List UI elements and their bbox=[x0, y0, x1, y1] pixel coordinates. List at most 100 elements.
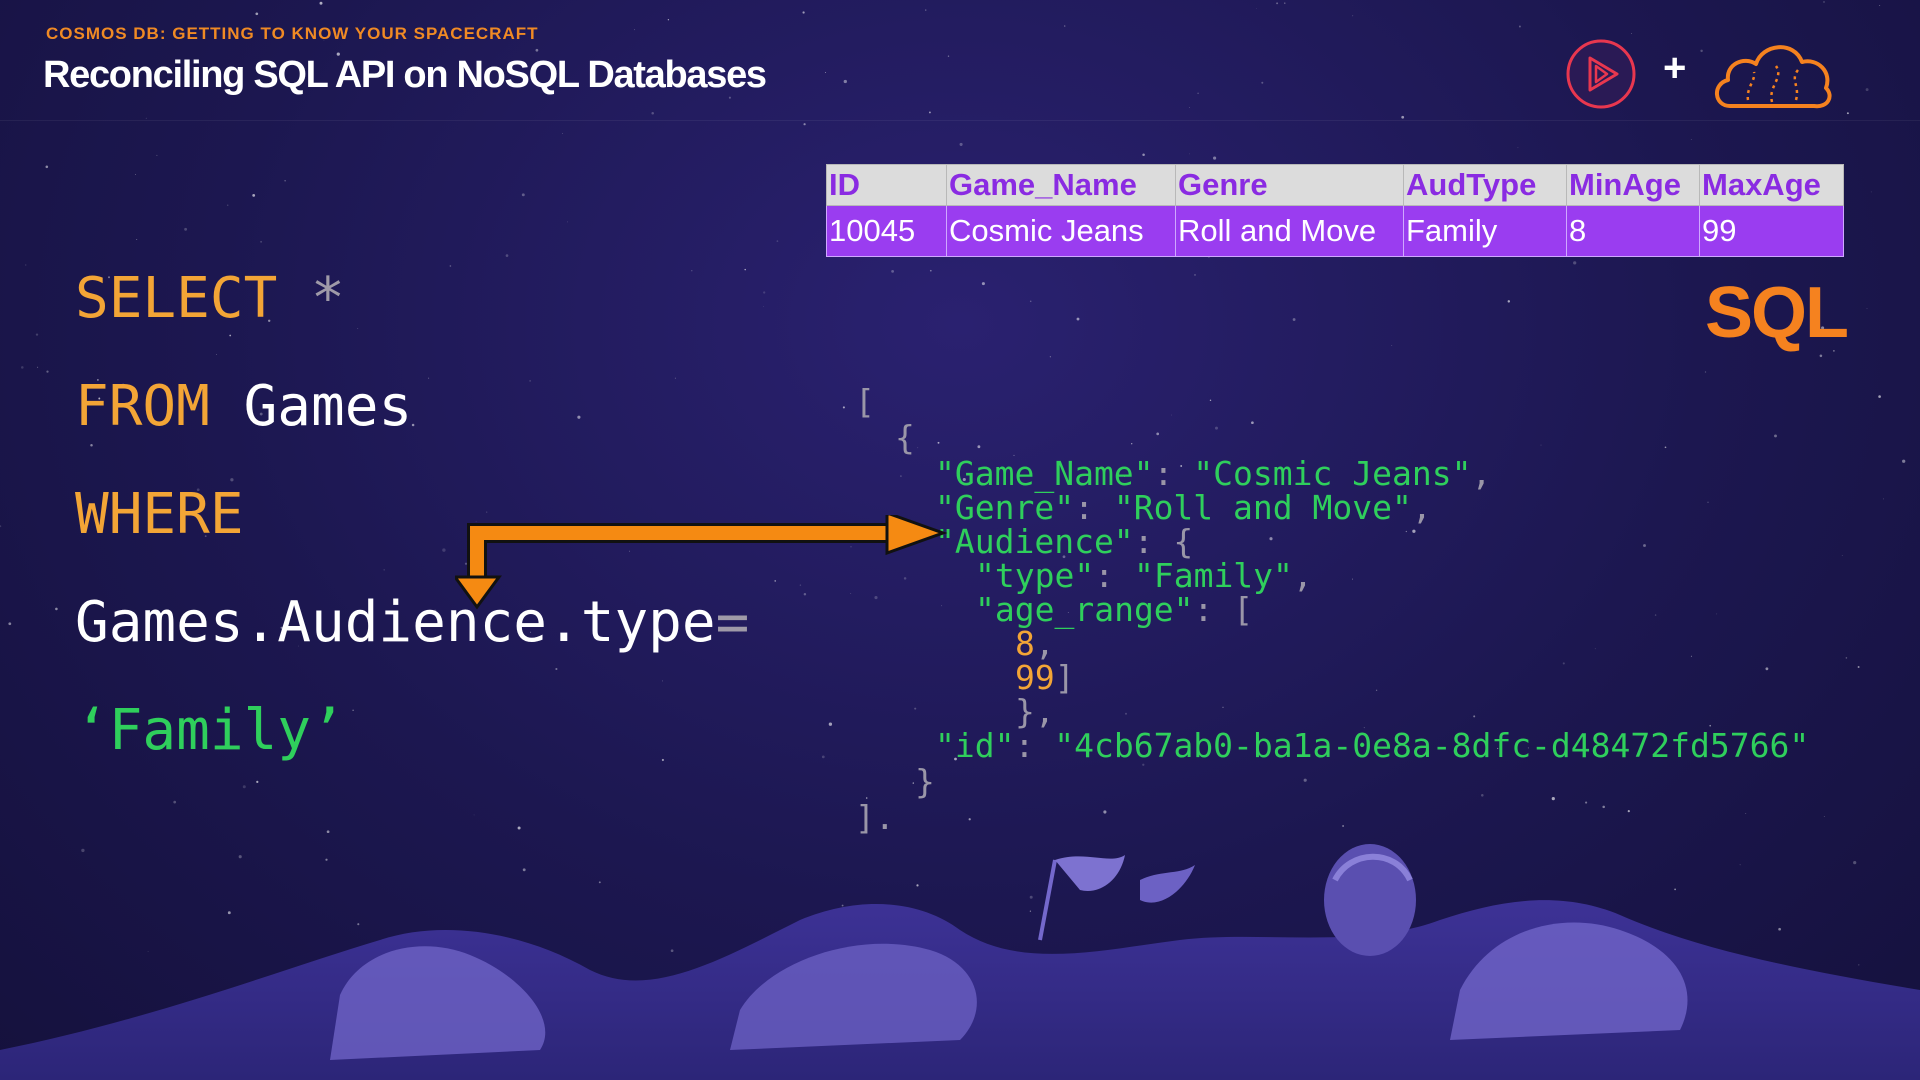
star bbox=[776, 240, 779, 242]
json-open-brace: { bbox=[895, 418, 915, 457]
star bbox=[662, 680, 663, 682]
table-cell-genre: Roll and Move bbox=[1175, 205, 1404, 257]
star bbox=[156, 154, 158, 156]
star bbox=[383, 569, 385, 571]
keyword-from: FROM bbox=[75, 374, 210, 439]
star bbox=[929, 269, 932, 272]
star bbox=[1573, 261, 1577, 265]
star bbox=[442, 548, 446, 552]
star bbox=[981, 282, 985, 286]
star bbox=[1142, 153, 1145, 157]
moon-landscape-illustration bbox=[0, 844, 1920, 1080]
star bbox=[1197, 92, 1199, 95]
star bbox=[1819, 354, 1823, 358]
star bbox=[260, 240, 263, 243]
star bbox=[145, 117, 147, 119]
star bbox=[1865, 88, 1869, 92]
table-cell-id: 10045 bbox=[826, 205, 947, 257]
json-open-bracket: [ bbox=[855, 382, 875, 421]
column-header-audtype: AudType bbox=[1403, 164, 1567, 206]
star bbox=[1870, 191, 1872, 193]
table-cell-audtype: Family bbox=[1403, 205, 1567, 257]
star bbox=[828, 722, 833, 726]
star bbox=[1765, 667, 1769, 671]
star bbox=[37, 366, 39, 368]
star bbox=[1131, 443, 1133, 445]
star bbox=[821, 755, 825, 759]
star bbox=[55, 607, 58, 611]
star bbox=[577, 415, 581, 419]
star bbox=[136, 238, 138, 241]
star bbox=[1774, 434, 1777, 438]
star bbox=[1194, 273, 1196, 276]
table-header-row: ID Game_Name Genre AudType MinAge MaxAge bbox=[826, 164, 1844, 206]
star bbox=[1846, 112, 1849, 115]
star bbox=[691, 270, 693, 272]
star bbox=[1866, 307, 1868, 309]
star bbox=[1103, 810, 1107, 814]
star bbox=[242, 785, 246, 789]
star bbox=[1352, 578, 1354, 580]
json-close-brace: } bbox=[915, 762, 935, 801]
star bbox=[535, 48, 539, 52]
star bbox=[352, 709, 354, 711]
star bbox=[1517, 147, 1519, 149]
star bbox=[803, 123, 806, 126]
star bbox=[937, 441, 940, 444]
star bbox=[825, 72, 826, 74]
star bbox=[674, 377, 676, 379]
star bbox=[1631, 33, 1632, 35]
star bbox=[802, 11, 805, 14]
star bbox=[521, 193, 525, 197]
query-line-select: SELECT * bbox=[75, 266, 345, 331]
sql-label: SQL bbox=[1704, 273, 1849, 353]
star bbox=[215, 353, 217, 355]
star-operator: * bbox=[311, 266, 345, 331]
star bbox=[252, 194, 256, 197]
star bbox=[1473, 715, 1476, 718]
star bbox=[1391, 345, 1393, 346]
star bbox=[35, 333, 39, 336]
json-line-id: "id": "4cb67ab0-ba1a-0e8a-8dfc-d48472fd5… bbox=[935, 726, 1810, 765]
string-literal: ‘Family’ bbox=[75, 698, 345, 763]
query-line-value: ‘Family’ bbox=[75, 698, 345, 763]
star bbox=[1664, 446, 1667, 449]
star bbox=[1707, 501, 1709, 504]
arrow-icon bbox=[455, 515, 948, 610]
star bbox=[529, 380, 531, 382]
star bbox=[1745, 813, 1747, 814]
star bbox=[1412, 529, 1416, 533]
star bbox=[25, 264, 27, 266]
star bbox=[917, 447, 919, 449]
star bbox=[555, 667, 558, 671]
logo-group: + bbox=[1565, 36, 1835, 109]
star bbox=[449, 265, 452, 267]
star bbox=[1189, 106, 1191, 108]
star bbox=[505, 254, 509, 257]
slide-title: Reconciling SQL API on NoSQL Databases bbox=[43, 54, 767, 96]
course-eyebrow: COSMOS DB: GETTING TO KNOW YOUR SPACECRA… bbox=[46, 24, 539, 43]
play-circle-icon bbox=[1566, 39, 1636, 109]
star bbox=[1883, 498, 1885, 500]
star bbox=[891, 270, 894, 273]
star bbox=[1643, 544, 1646, 547]
table-cell-maxage: 99 bbox=[1699, 205, 1844, 257]
star bbox=[843, 79, 847, 84]
star bbox=[1256, 7, 1257, 9]
star bbox=[661, 758, 664, 762]
star bbox=[1823, 1, 1825, 3]
star bbox=[1303, 778, 1307, 782]
star bbox=[1481, 794, 1484, 797]
star bbox=[1879, 5, 1881, 7]
star bbox=[21, 366, 24, 369]
star bbox=[959, 142, 963, 146]
star bbox=[1292, 318, 1296, 321]
star bbox=[1375, 689, 1378, 691]
star bbox=[1690, 139, 1692, 141]
star bbox=[1405, 530, 1407, 533]
star bbox=[763, 291, 766, 294]
star bbox=[947, 55, 950, 57]
star bbox=[1029, 300, 1032, 303]
star bbox=[357, 328, 359, 329]
star bbox=[1845, 657, 1848, 659]
